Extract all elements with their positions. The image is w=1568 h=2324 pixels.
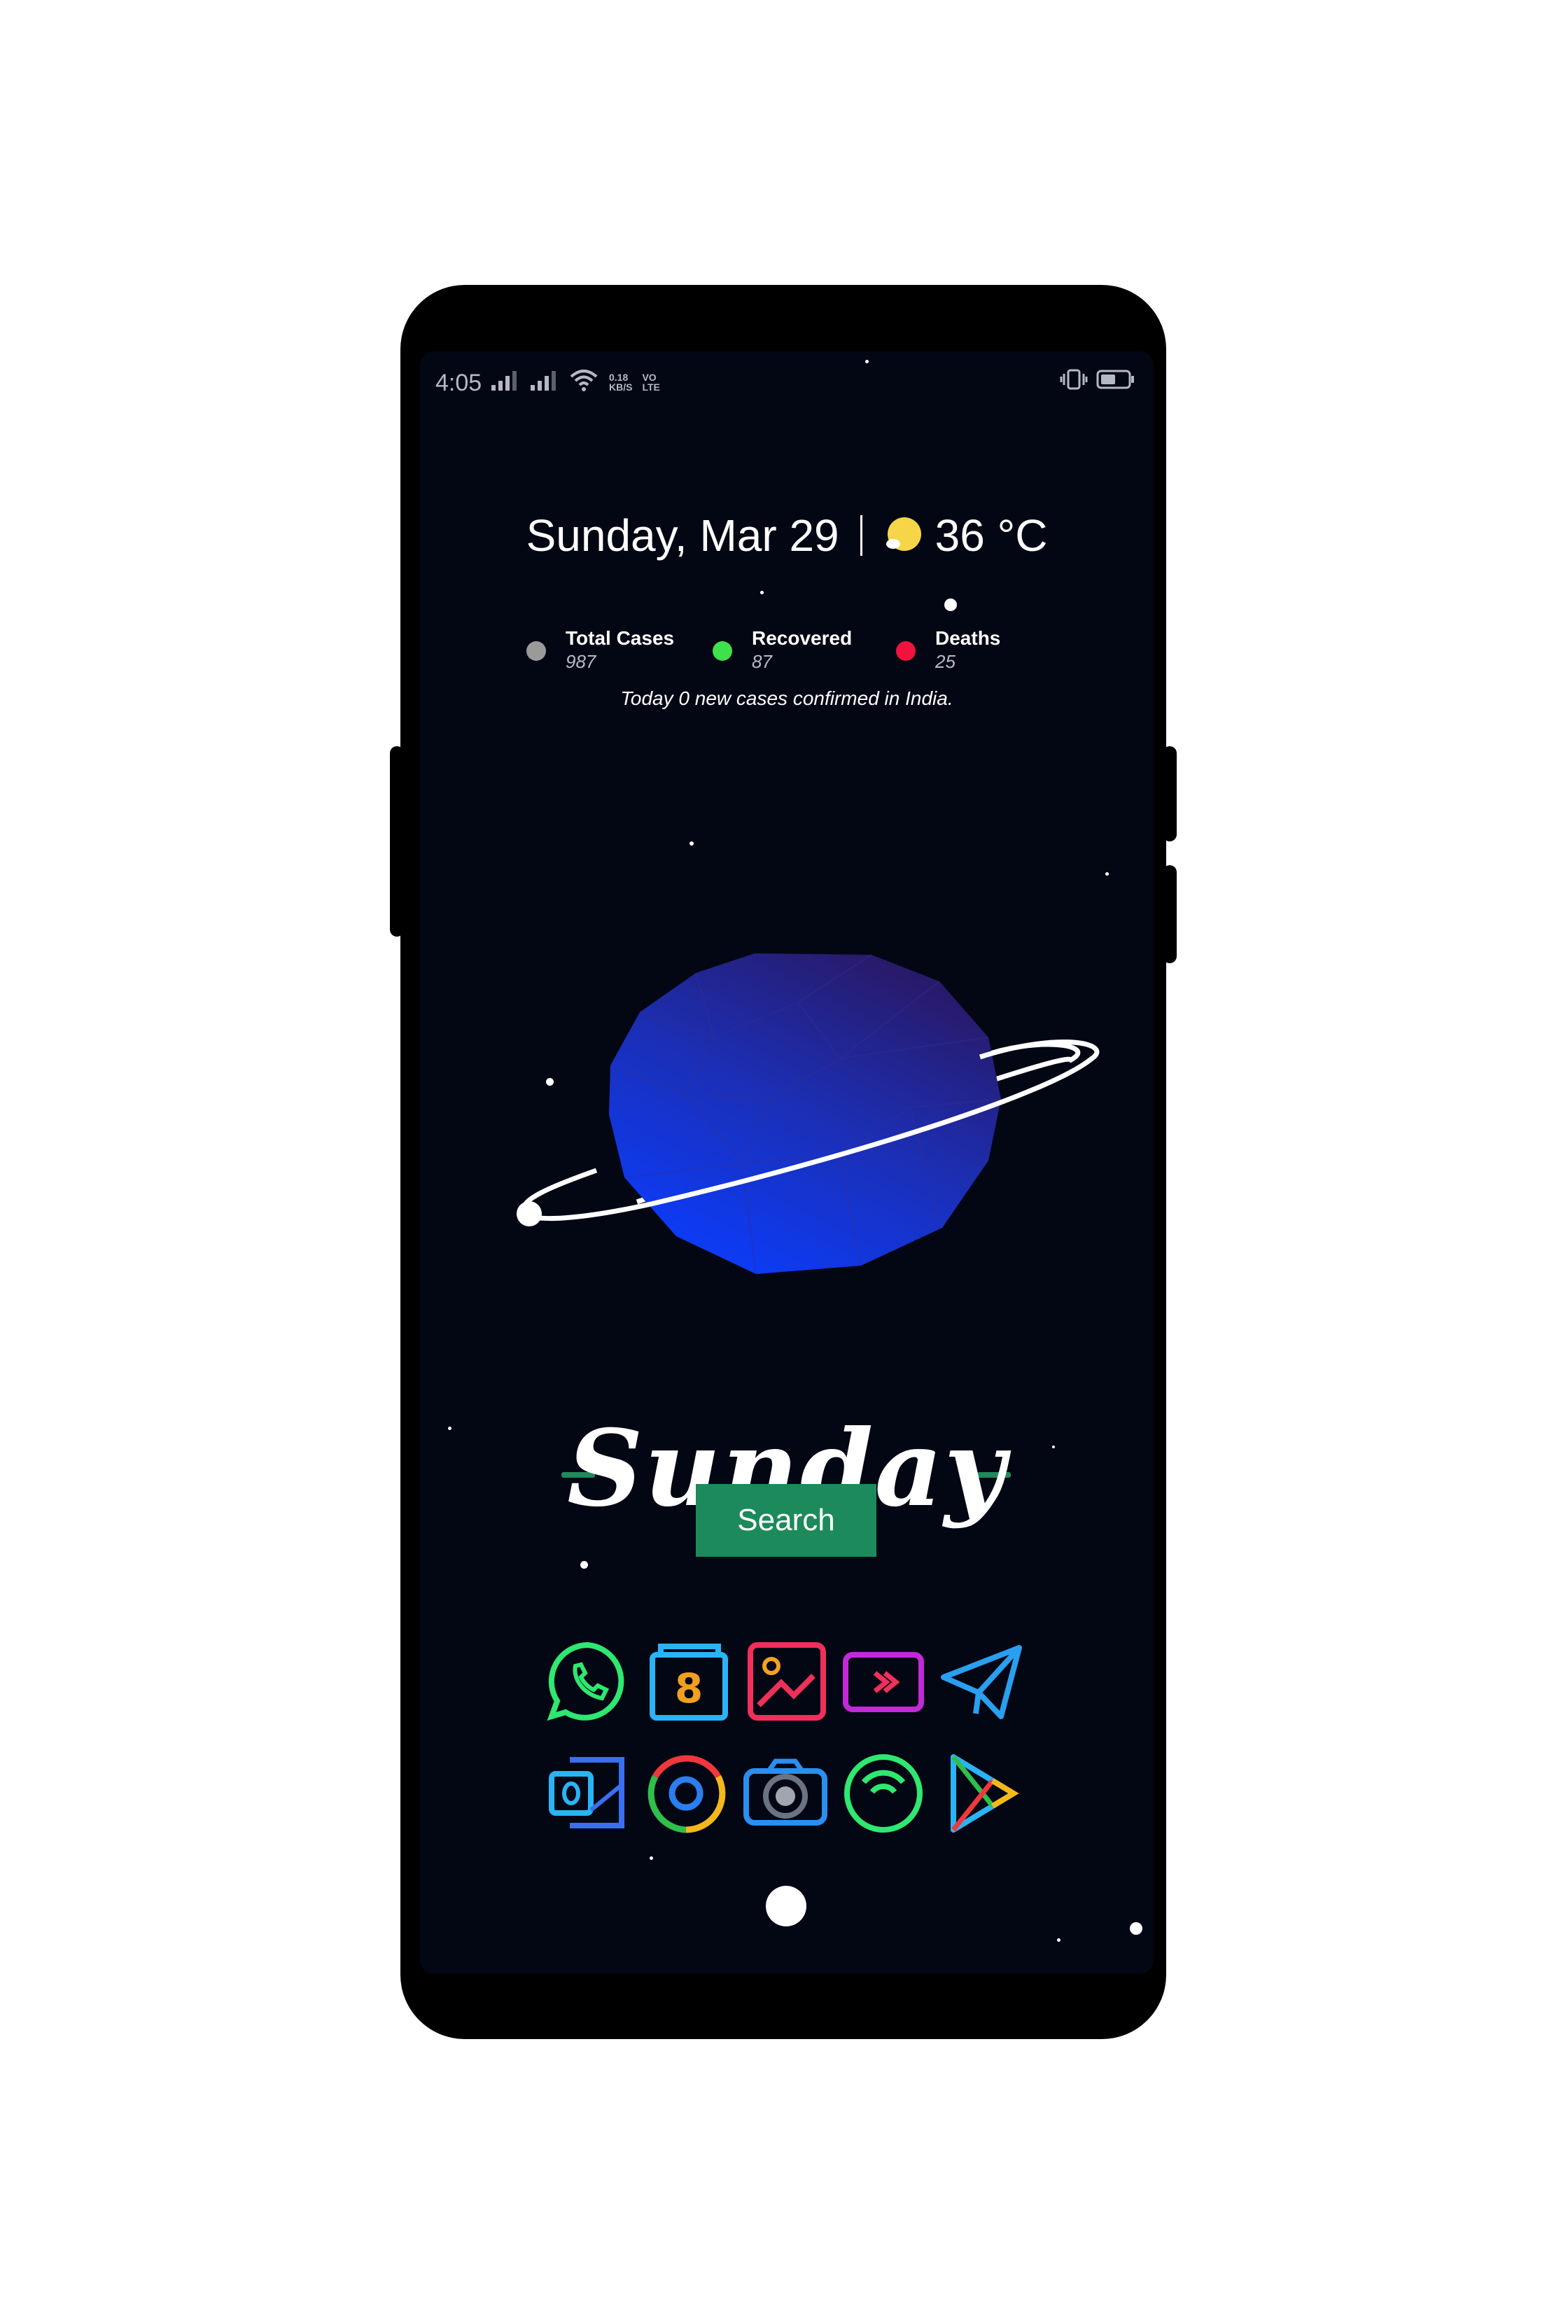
- video-player-icon[interactable]: [840, 1638, 927, 1725]
- star: [1130, 1922, 1142, 1935]
- planet-illustration: [517, 953, 1100, 1275]
- phone-right-button-lower: [1163, 865, 1177, 963]
- gallery-icon[interactable]: [743, 1638, 830, 1725]
- star: [650, 1856, 653, 1860]
- star: [580, 1561, 588, 1569]
- svg-text:8: 8: [675, 1665, 703, 1712]
- phone-right-button-upper: [1163, 746, 1177, 841]
- whatsapp-icon[interactable]: [545, 1638, 631, 1725]
- outlook-icon[interactable]: [545, 1750, 631, 1837]
- star: [1057, 1938, 1060, 1942]
- telegram-icon[interactable]: [938, 1638, 1025, 1725]
- hotspot-icon[interactable]: [840, 1750, 927, 1837]
- wallet-icon[interactable]: 8: [645, 1638, 732, 1725]
- home-page-indicator[interactable]: [766, 1886, 806, 1926]
- phone-left-button: [390, 746, 404, 937]
- search-button[interactable]: Search: [696, 1484, 876, 1557]
- home-screen: 4:05 0.18 KB/S VO LTE Sunday, Mar 29 36 …: [420, 351, 1154, 1974]
- play-store-icon[interactable]: [939, 1750, 1026, 1837]
- camera-icon[interactable]: [742, 1750, 829, 1837]
- chrome-icon[interactable]: [643, 1750, 729, 1837]
